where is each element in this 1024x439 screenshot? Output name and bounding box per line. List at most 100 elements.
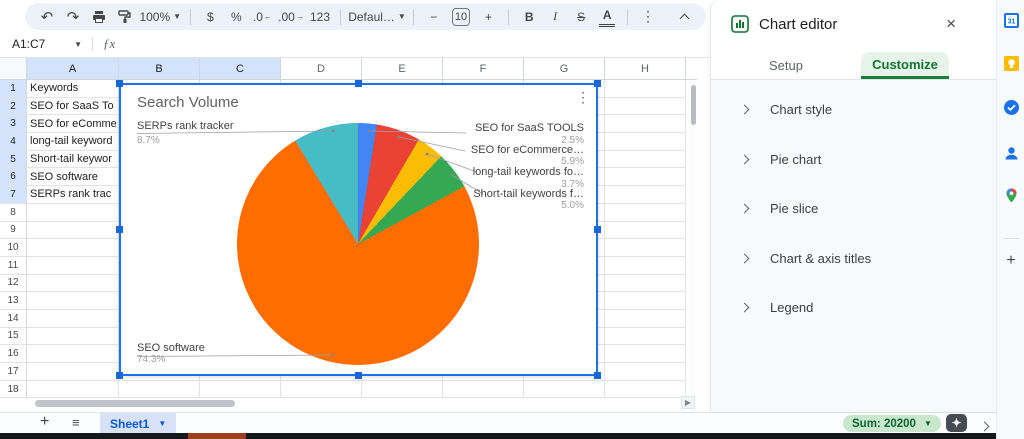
cell-A8[interactable]: [27, 204, 119, 222]
row-header-7[interactable]: 7: [0, 186, 27, 204]
cell-A15[interactable]: [27, 328, 119, 346]
section-chart-axis-titles[interactable]: Chart & axis titles: [711, 234, 996, 284]
column-header-A[interactable]: A: [27, 58, 119, 80]
row-header-10[interactable]: 10: [0, 239, 27, 257]
section-legend[interactable]: Legend: [711, 283, 996, 333]
column-header-G[interactable]: G: [524, 58, 605, 80]
section-pie-chart[interactable]: Pie chart: [711, 135, 996, 185]
row-header-14[interactable]: 14: [0, 310, 27, 328]
cell-H7[interactable]: [605, 186, 686, 204]
cell-H5[interactable]: [605, 151, 686, 169]
cell-A13[interactable]: [27, 292, 119, 310]
cell-H4[interactable]: [605, 133, 686, 151]
keep-icon[interactable]: [1002, 54, 1020, 72]
decrease-decimal-button[interactable]: .0←: [254, 7, 270, 27]
format-currency-button[interactable]: $: [202, 7, 218, 27]
cell-H9[interactable]: [605, 222, 686, 240]
more-formats-button[interactable]: 123: [312, 7, 329, 27]
more-toolbar-button[interactable]: ⋮: [640, 7, 656, 27]
cell-H1[interactable]: [605, 80, 686, 98]
scroll-right-button[interactable]: ▶: [681, 396, 695, 409]
increase-decimal-button[interactable]: .00→: [280, 7, 301, 27]
cell-A11[interactable]: [27, 257, 119, 275]
redo-button[interactable]: ↷: [65, 7, 81, 27]
tab-setup[interactable]: Setup: [741, 52, 831, 79]
row-header-1[interactable]: 1: [0, 80, 27, 98]
column-header-C[interactable]: C: [200, 58, 281, 80]
row-header-16[interactable]: 16: [0, 345, 27, 363]
vertical-scrollbar[interactable]: [690, 80, 697, 398]
section-pie-slice[interactable]: Pie slice: [711, 184, 996, 234]
bold-button[interactable]: B: [521, 7, 537, 27]
cell-H13[interactable]: [605, 292, 686, 310]
row-header-17[interactable]: 17: [0, 363, 27, 381]
row-header-3[interactable]: 3: [0, 115, 27, 133]
cell-F18[interactable]: [443, 381, 524, 398]
cell-A1[interactable]: Keywords: [27, 80, 119, 98]
print-icon[interactable]: [91, 7, 107, 27]
increase-font-size-button[interactable]: +: [480, 7, 496, 27]
cell-H8[interactable]: [605, 204, 686, 222]
row-header-8[interactable]: 8: [0, 204, 27, 222]
cell-B18[interactable]: [119, 381, 200, 398]
horizontal-scrollbar-thumb[interactable]: [35, 400, 235, 407]
cell-A3[interactable]: SEO for eComme: [27, 115, 119, 133]
cell-A6[interactable]: SEO software: [27, 168, 119, 186]
cell-A14[interactable]: [27, 310, 119, 328]
get-add-ons-button[interactable]: +: [1002, 252, 1020, 270]
all-sheets-button[interactable]: ≡: [72, 415, 80, 430]
cell-H18[interactable]: [605, 381, 686, 398]
zoom-select[interactable]: 100%▼: [143, 7, 178, 27]
cell-A9[interactable]: [27, 222, 119, 240]
column-header-B[interactable]: B: [119, 58, 200, 80]
decrease-font-size-button[interactable]: −: [426, 7, 442, 27]
row-header-6[interactable]: 6: [0, 168, 27, 186]
column-header-F[interactable]: F: [443, 58, 524, 80]
explore-button[interactable]: ✦: [946, 414, 967, 432]
column-header-E[interactable]: E: [362, 58, 443, 80]
row-header-15[interactable]: 15: [0, 328, 27, 346]
cell-A18[interactable]: [27, 381, 119, 398]
row-header-13[interactable]: 13: [0, 292, 27, 310]
cell-A10[interactable]: [27, 239, 119, 257]
contacts-icon[interactable]: [1002, 144, 1020, 162]
column-header-H[interactable]: H: [605, 58, 686, 80]
column-header-D[interactable]: D: [281, 58, 362, 80]
maps-icon[interactable]: [1002, 186, 1020, 204]
row-header-9[interactable]: 9: [0, 222, 27, 240]
chart-object[interactable]: Search Volume ⋮ SERPs rank tracker: [119, 83, 598, 376]
paint-format-icon[interactable]: [117, 7, 133, 27]
sum-badge[interactable]: Sum: 20200 ▼: [843, 415, 941, 432]
cell-E18[interactable]: [362, 381, 443, 398]
strikethrough-button[interactable]: S: [573, 7, 589, 27]
cell-H14[interactable]: [605, 310, 686, 328]
section-chart-style[interactable]: Chart style: [711, 85, 996, 135]
cell-A2[interactable]: SEO for SaaS To: [27, 98, 119, 116]
status-chevron-right-icon[interactable]: [981, 419, 988, 433]
row-header-4[interactable]: 4: [0, 133, 27, 151]
font-select[interactable]: Defaul…▼: [353, 7, 401, 27]
add-sheet-button[interactable]: +: [40, 413, 49, 431]
close-icon[interactable]: ×: [946, 14, 956, 34]
cell-A7[interactable]: SERPs rank trac: [27, 186, 119, 204]
cell-H6[interactable]: [605, 168, 686, 186]
undo-button[interactable]: ↶: [39, 7, 55, 27]
cell-A12[interactable]: [27, 275, 119, 293]
calendar-icon[interactable]: 31: [1002, 11, 1020, 29]
cell-H11[interactable]: [605, 257, 686, 275]
tab-customize[interactable]: Customize: [861, 52, 949, 79]
row-header-11[interactable]: 11: [0, 257, 27, 275]
cell-C18[interactable]: [200, 381, 281, 398]
tasks-icon[interactable]: [1002, 98, 1020, 116]
cell-A4[interactable]: long-tail keyword: [27, 133, 119, 151]
cell-H15[interactable]: [605, 328, 686, 346]
text-color-button[interactable]: A: [599, 7, 615, 27]
cell-G18[interactable]: [524, 381, 605, 398]
collapse-menus-button[interactable]: [676, 7, 692, 27]
cell-A17[interactable]: [27, 363, 119, 381]
cell-H2[interactable]: [605, 98, 686, 116]
row-header-18[interactable]: 18: [0, 381, 27, 398]
name-box[interactable]: A1:C7 ▼: [12, 37, 82, 51]
sheet-tab[interactable]: Sheet1 ▼: [100, 413, 176, 434]
cell-H16[interactable]: [605, 345, 686, 363]
